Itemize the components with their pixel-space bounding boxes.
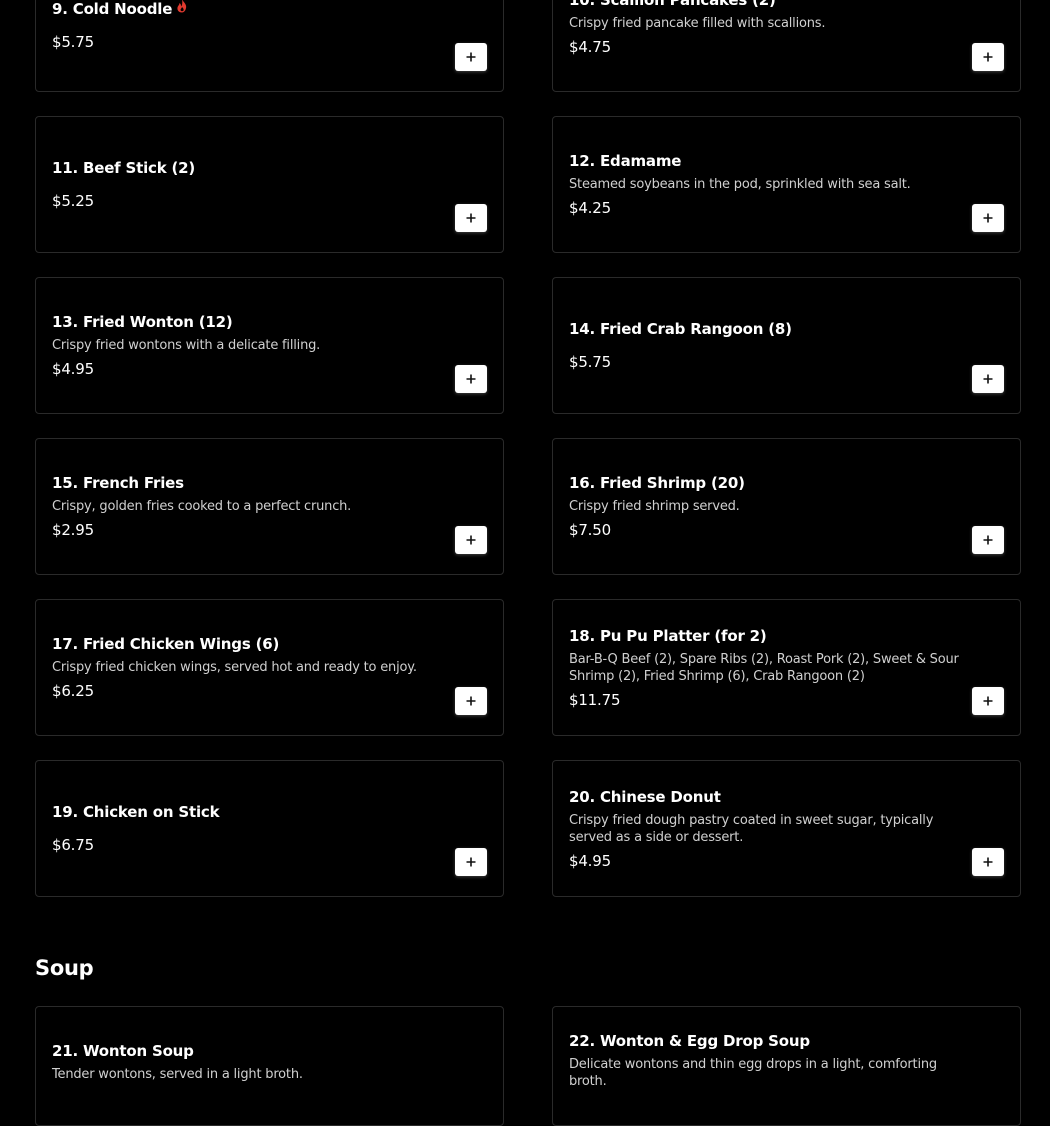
add-to-cart-button[interactable] xyxy=(972,204,1004,232)
add-to-cart-button[interactable] xyxy=(455,687,487,715)
menu-item-card[interactable]: 14. Fried Crab Rangoon (8) $5.75 xyxy=(552,277,1021,414)
item-description: Tender wontons, served in a light broth. xyxy=(52,1067,303,1082)
add-to-cart-button[interactable] xyxy=(972,526,1004,554)
item-price: $4.25 xyxy=(569,199,611,217)
item-name: 19. Chicken on Stick xyxy=(52,803,220,821)
item-name: 13. Fried Wonton (12) xyxy=(52,313,233,331)
menu-item-card[interactable]: 11. Beef Stick (2) $5.25 xyxy=(35,116,504,253)
item-name: 20. Chinese Donut xyxy=(569,787,721,806)
item-name: 16. Fried Shrimp (20) xyxy=(569,474,745,492)
item-name: 10. Scallion Pancakes (2) xyxy=(569,0,776,9)
item-name: 9. Cold Noodle xyxy=(52,0,443,19)
item-price: $4.75 xyxy=(569,38,611,56)
menu-item-card[interactable]: 22. Wonton & Egg Drop Soup Delicate wont… xyxy=(552,1006,1021,1126)
plus-icon xyxy=(466,213,476,223)
plus-icon xyxy=(466,52,476,62)
plus-icon xyxy=(983,213,993,223)
item-description: Crispy fried chicken wings, served hot a… xyxy=(52,660,417,675)
plus-icon xyxy=(983,535,993,545)
item-description: Crispy fried pancake filled with scallio… xyxy=(569,16,826,31)
add-to-cart-button[interactable] xyxy=(455,848,487,876)
item-price: $11.75 xyxy=(569,690,621,709)
menu-item-card[interactable]: 20. Chinese Donut Crispy fried dough pas… xyxy=(552,760,1021,897)
item-description: Crispy, golden fries cooked to a perfect… xyxy=(52,499,352,514)
add-to-cart-button[interactable] xyxy=(972,365,1004,393)
add-to-cart-button[interactable] xyxy=(455,526,487,554)
add-to-cart-button[interactable] xyxy=(455,365,487,393)
item-price: $5.25 xyxy=(52,192,94,210)
section-title-soup: Soup xyxy=(35,956,94,980)
item-name: 14. Fried Crab Rangoon (8) xyxy=(569,320,792,338)
item-description: Delicate wontons and thin egg drops in a… xyxy=(569,1057,937,1089)
menu-item-card[interactable]: 10. Scallion Pancakes (2) Crispy fried p… xyxy=(552,0,1021,92)
add-to-cart-button[interactable] xyxy=(455,204,487,232)
menu-item-card[interactable]: 17. Fried Chicken Wings (6) Crispy fried… xyxy=(35,599,504,736)
item-description: Steamed soybeans in the pod, sprinkled w… xyxy=(569,177,911,192)
item-price: $7.50 xyxy=(569,521,611,539)
item-name: 18. Pu Pu Platter (for 2) xyxy=(569,626,767,645)
plus-icon xyxy=(983,696,993,706)
plus-icon xyxy=(466,857,476,867)
item-description: Bar-B-Q Beef (2), Spare Ribs (2), Roast … xyxy=(569,651,959,684)
plus-icon xyxy=(466,696,476,706)
flame-icon xyxy=(176,0,188,18)
menu-item-card[interactable]: 12. Edamame Steamed soybeans in the pod,… xyxy=(552,116,1021,253)
plus-icon xyxy=(983,52,993,62)
add-to-cart-button[interactable] xyxy=(972,848,1004,876)
menu-item-card[interactable]: 18. Pu Pu Platter (for 2) Bar-B-Q Beef (… xyxy=(552,599,1021,736)
menu-item-card[interactable]: 21. Wonton Soup Tender wontons, served i… xyxy=(35,1006,504,1126)
plus-icon xyxy=(466,374,476,384)
item-description: Crispy fried shrimp served. xyxy=(569,499,740,514)
menu-item-card[interactable]: 19. Chicken on Stick $6.75 xyxy=(35,760,504,897)
item-name: 11. Beef Stick (2) xyxy=(52,159,196,177)
item-name: 21. Wonton Soup xyxy=(52,1042,194,1060)
item-price: $6.25 xyxy=(52,682,94,700)
item-description: Crispy fried wontons with a delicate fil… xyxy=(52,338,321,353)
item-price: $5.75 xyxy=(569,353,611,371)
item-price: $5.75 xyxy=(52,33,94,51)
item-price: $6.75 xyxy=(52,836,94,854)
menu-item-card[interactable]: 16. Fried Shrimp (20) Crispy fried shrim… xyxy=(552,438,1021,575)
item-name: 17. Fried Chicken Wings (6) xyxy=(52,635,280,653)
add-to-cart-button[interactable] xyxy=(972,687,1004,715)
plus-icon xyxy=(983,857,993,867)
add-to-cart-button[interactable] xyxy=(455,43,487,71)
item-name: 15. French Fries xyxy=(52,474,184,492)
menu-item-card[interactable]: 9. Cold Noodle $5.75 xyxy=(35,0,504,92)
item-price: $4.95 xyxy=(52,360,94,378)
item-name: 12. Edamame xyxy=(569,152,682,170)
item-price: $4.95 xyxy=(569,851,611,870)
item-description: Crispy fried dough pastry coated in swee… xyxy=(569,812,934,845)
plus-icon xyxy=(983,374,993,384)
menu-item-card[interactable]: 15. French Fries Crispy, golden fries co… xyxy=(35,438,504,575)
add-to-cart-button[interactable] xyxy=(972,43,1004,71)
menu-item-card[interactable]: 13. Fried Wonton (12) Crispy fried wonto… xyxy=(35,277,504,414)
item-name: 22. Wonton & Egg Drop Soup xyxy=(569,1032,810,1050)
item-price: $2.95 xyxy=(52,521,94,539)
plus-icon xyxy=(466,535,476,545)
